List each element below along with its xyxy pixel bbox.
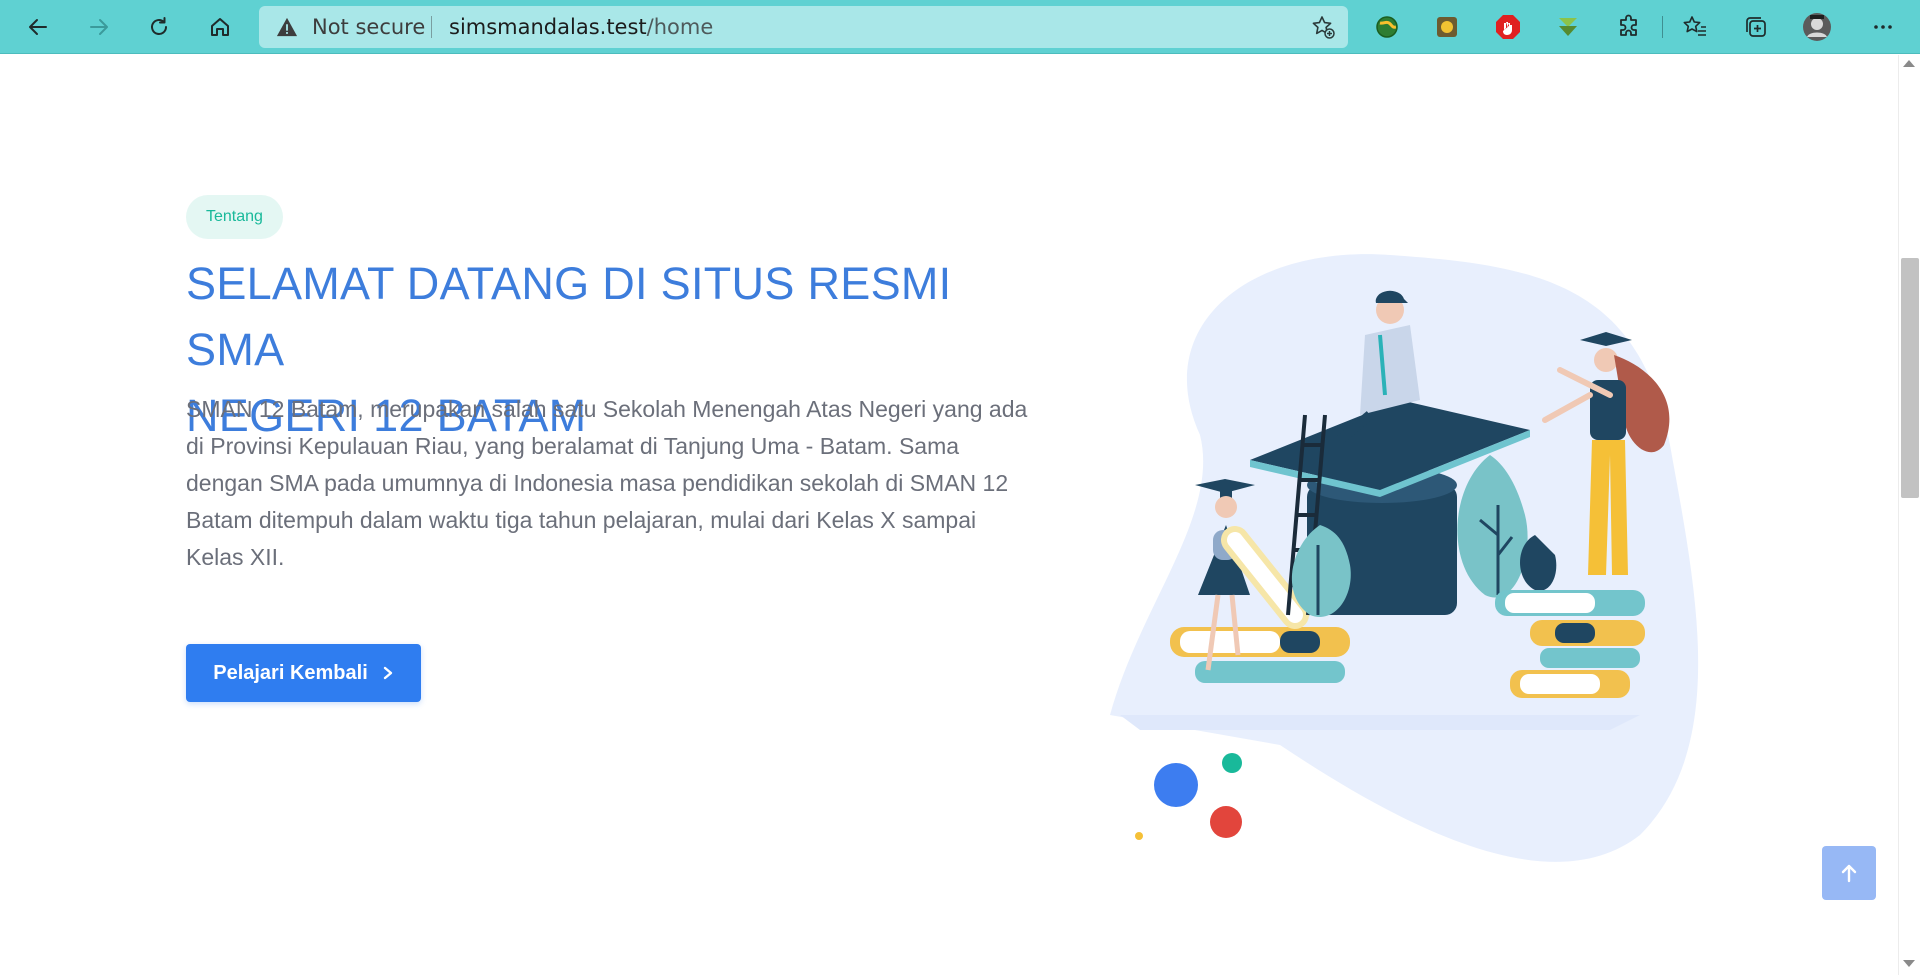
- puzzle-icon[interactable]: [1614, 12, 1644, 42]
- avatar[interactable]: [1802, 12, 1832, 42]
- extension-adblock-icon[interactable]: [1493, 12, 1523, 42]
- url-path: /home: [646, 15, 714, 39]
- extension-square-icon[interactable]: [1432, 12, 1462, 42]
- scrollbar-track[interactable]: [1898, 55, 1920, 975]
- page-content: Tentang SELAMAT DATANG DI SITUS RESMI SM…: [0, 55, 1898, 975]
- extension-globe-icon[interactable]: [1372, 12, 1402, 42]
- home-icon: [211, 18, 229, 36]
- home-button[interactable]: [201, 8, 239, 46]
- graduation-illustration: [1110, 254, 1699, 862]
- url-host: simsmandalas.test: [449, 15, 647, 39]
- scrollbar-thumb[interactable]: [1901, 258, 1919, 498]
- dot-yellow: [1135, 832, 1143, 840]
- reload-button[interactable]: [140, 8, 178, 46]
- extension-download-icon[interactable]: [1553, 12, 1583, 42]
- scroll-down-icon[interactable]: [1903, 960, 1915, 967]
- collections-icon[interactable]: [1741, 12, 1771, 42]
- ellipsis-icon[interactable]: [1868, 12, 1898, 42]
- arrow-right-icon: [90, 19, 108, 35]
- title-line-1: SELAMAT DATANG DI SITUS RESMI SMA: [186, 258, 952, 375]
- dot-blue: [1154, 763, 1198, 807]
- star-plus-icon[interactable]: [1310, 14, 1336, 40]
- learn-more-label: Pelajari Kembali: [213, 661, 368, 684]
- reload-icon: [151, 17, 167, 35]
- back-to-top-button[interactable]: [1822, 846, 1876, 900]
- address-bar[interactable]: Not secure simsmandalas.test/home: [259, 6, 1348, 48]
- learn-more-button[interactable]: Pelajari Kembali: [186, 644, 421, 702]
- star-list-icon[interactable]: [1680, 12, 1710, 42]
- back-button[interactable]: [19, 8, 57, 46]
- toolbar-divider: [1662, 16, 1663, 38]
- dot-red: [1210, 806, 1242, 838]
- about-paragraph: SMAN 12 Batam, merupakan salah satu Seko…: [186, 396, 1028, 570]
- warning-icon: [276, 17, 298, 37]
- chevron-right-icon: [383, 666, 392, 680]
- security-label[interactable]: Not secure: [312, 15, 425, 39]
- address-divider: [431, 16, 432, 38]
- url-text[interactable]: simsmandalas.test/home: [449, 15, 713, 39]
- arrow-up-icon: [1841, 864, 1857, 883]
- browser-toolbar: Not secure simsmandalas.test/home: [0, 0, 1920, 54]
- arrow-left-icon: [29, 19, 47, 35]
- dot-green: [1222, 753, 1242, 773]
- section-badge: Tentang: [186, 195, 283, 239]
- scroll-up-icon[interactable]: [1903, 60, 1915, 67]
- forward-button[interactable]: [80, 8, 118, 46]
